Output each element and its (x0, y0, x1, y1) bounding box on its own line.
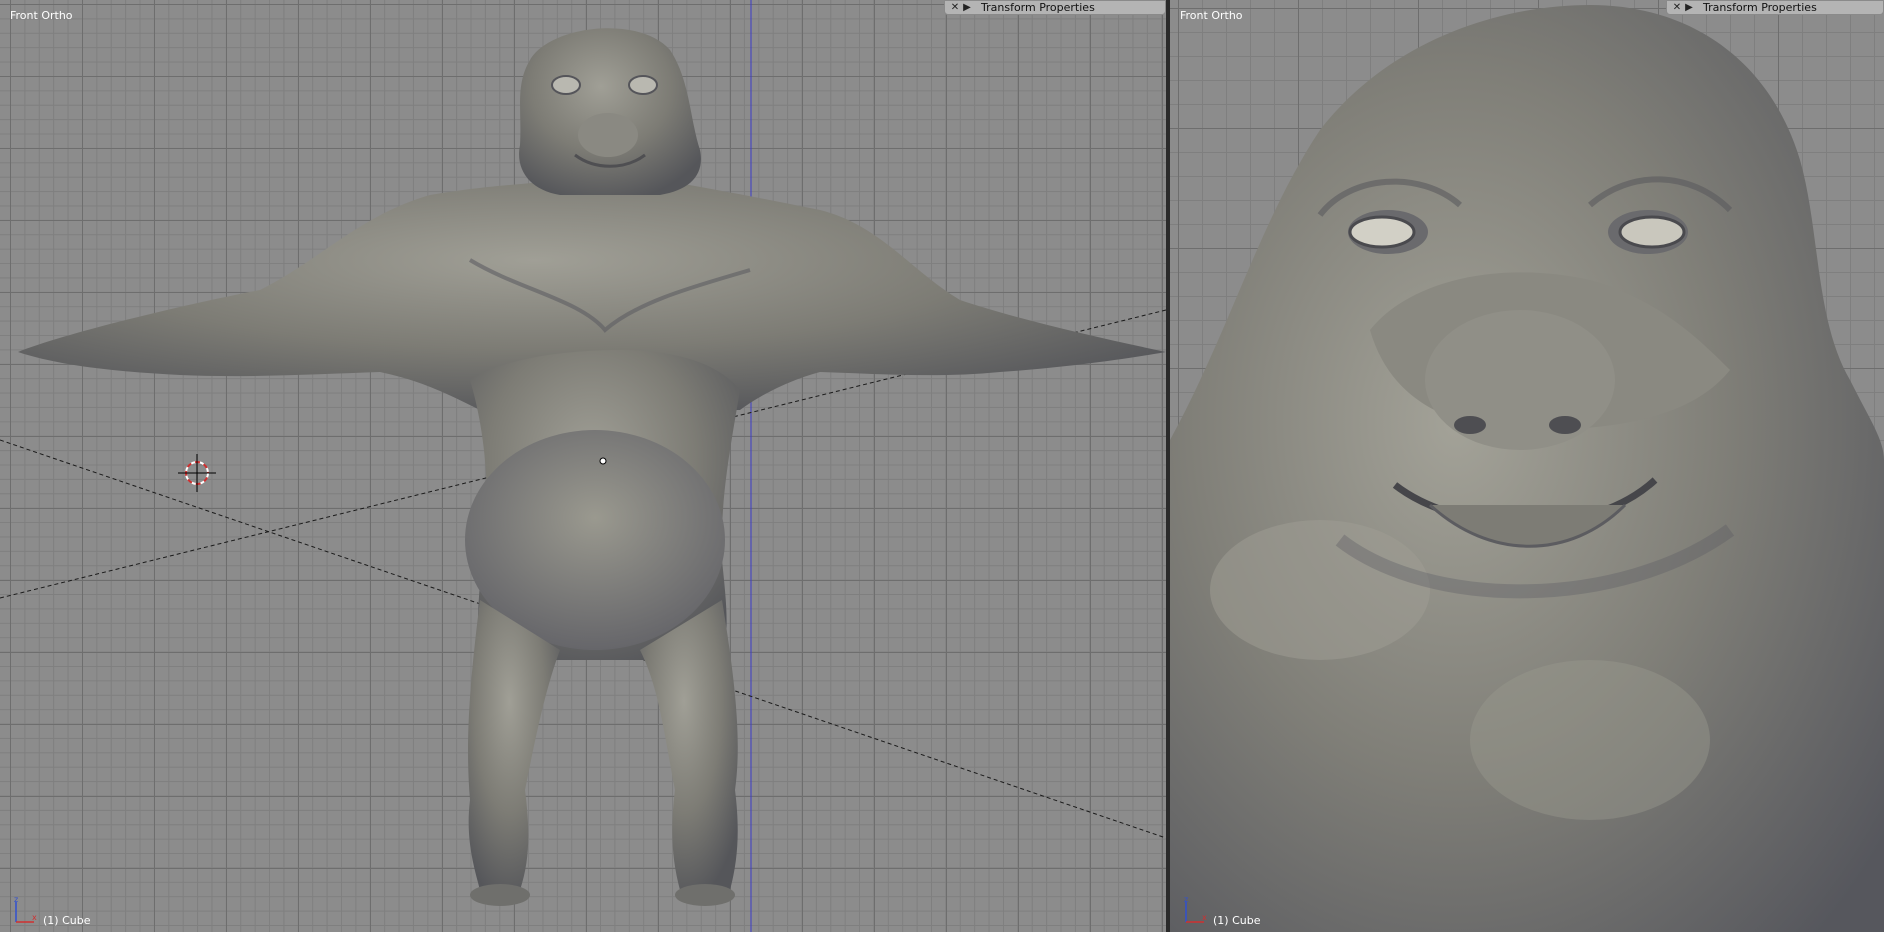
view-label: Front Ortho (10, 9, 73, 22)
object-origin-dot[interactable] (599, 457, 607, 465)
axis-x-label: x (1202, 913, 1207, 922)
close-icon[interactable]: ✕ (1671, 2, 1683, 14)
expand-arrow-icon[interactable]: ▶ (961, 2, 973, 14)
axis-z-label: z (14, 896, 18, 904)
close-icon[interactable]: ✕ (949, 2, 961, 14)
object-label: (1) Cube (1213, 914, 1261, 927)
panel-title: Transform Properties (1703, 1, 1817, 14)
sculpt-scene-left (0, 0, 1166, 932)
view-label: Front Ortho (1180, 9, 1243, 22)
axis-x-label: x (32, 913, 37, 922)
axis-gizmo-icon: z x (14, 896, 37, 923)
viewport-front-ortho-right[interactable]: Front Ortho ✕ ▶ Transform Properties z x… (1170, 0, 1884, 932)
panel-title: Transform Properties (981, 1, 1095, 14)
3d-cursor-icon[interactable] (178, 454, 216, 492)
expand-arrow-icon[interactable]: ▶ (1683, 2, 1695, 14)
sculpt-scene-right (1170, 5, 1884, 932)
creature-mesh[interactable] (18, 28, 1166, 906)
transform-properties-panel[interactable]: ✕ ▶ Transform Properties (1666, 0, 1884, 15)
object-label: (1) Cube (43, 914, 91, 927)
axis-gizmo-icon: z x (1184, 896, 1207, 923)
axis-z-label: z (1184, 896, 1188, 904)
creature-head-closeup[interactable] (1170, 5, 1884, 932)
viewport-front-ortho-left[interactable]: Front Ortho ✕ ▶ Transform Properties z x… (0, 0, 1166, 932)
transform-properties-panel[interactable]: ✕ ▶ Transform Properties (944, 0, 1166, 15)
